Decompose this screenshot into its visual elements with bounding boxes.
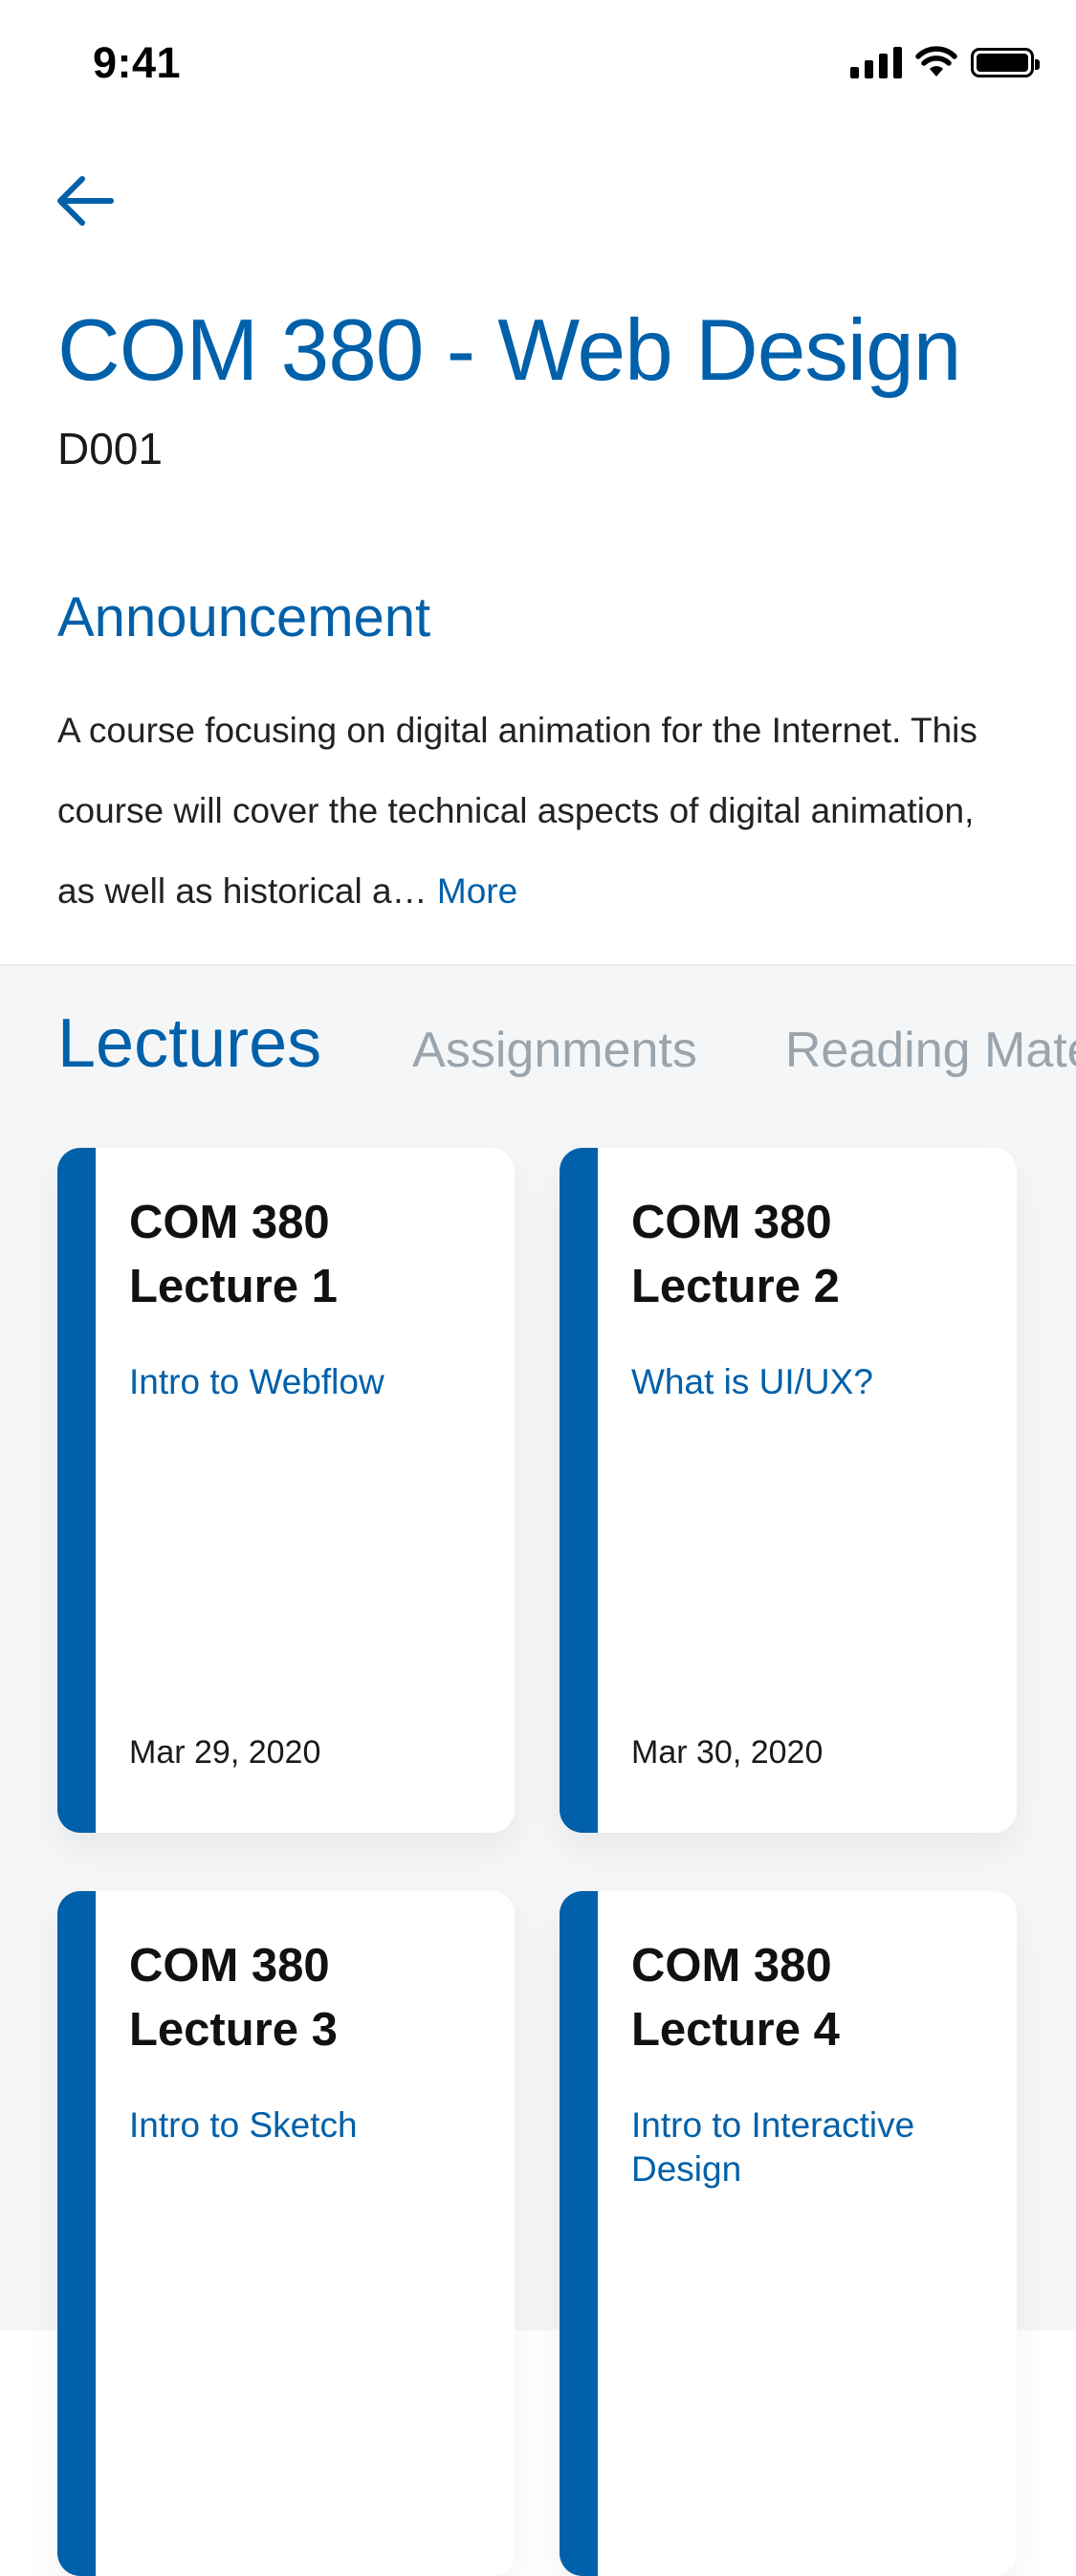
page-title: COM 380 - Web Design (57, 302, 961, 399)
status-bar: 9:41 (0, 0, 1076, 129)
lecture-number: Lecture 1 (129, 1261, 338, 1312)
announcement-heading: Announcement (57, 586, 431, 649)
tab-lectures[interactable]: Lectures (57, 1004, 321, 1083)
status-time: 9:41 (93, 38, 182, 87)
lecture-title: COM 380 Lecture 2 (631, 1191, 995, 1319)
wifi-icon (915, 46, 957, 77)
announcement-text: A course focusing on digital animation f… (57, 691, 1014, 932)
lecture-card[interactable]: COM 380 Lecture 3 Intro to Sketch (57, 1891, 515, 2576)
back-button[interactable] (54, 167, 121, 234)
battery-icon (971, 47, 1040, 77)
lecture-course: COM 380 (631, 1940, 832, 1992)
lecture-number: Lecture 3 (129, 2004, 338, 2056)
lecture-card[interactable]: COM 380 Lecture 4 Intro to Interactive D… (560, 1891, 1017, 2576)
lecture-title: COM 380 Lecture 4 (631, 1934, 995, 2062)
lecture-number: Lecture 2 (631, 1261, 840, 1312)
lecture-course: COM 380 (631, 1197, 832, 1248)
lecture-title: COM 380 Lecture 3 (129, 1934, 493, 2062)
lecture-card[interactable]: COM 380 Lecture 2 What is UI/UX? Mar 30,… (560, 1148, 1017, 1833)
lecture-title: COM 380 Lecture 1 (129, 1191, 493, 1319)
status-icons (850, 46, 1040, 78)
lecture-topic: Intro to Webflow (129, 1362, 384, 1401)
lecture-topic: Intro to Sketch (129, 2105, 358, 2145)
lecture-topic: Intro to Interactive Design (631, 2105, 915, 2189)
tab-assignments[interactable]: Assignments (412, 1022, 697, 1079)
lecture-date: Mar 30, 2020 (631, 1734, 823, 1771)
card-accent-stripe (57, 1891, 96, 2576)
lecture-course: COM 380 (129, 1197, 330, 1248)
arrow-left-icon (57, 176, 114, 226)
lecture-topic: What is UI/UX? (631, 1362, 873, 1401)
lecture-number: Lecture 4 (631, 2004, 840, 2056)
course-code: D001 (57, 424, 163, 473)
card-accent-stripe (57, 1148, 96, 1833)
more-link[interactable]: More (437, 871, 517, 911)
card-accent-stripe (560, 1891, 598, 2576)
tab-reading-materials[interactable]: Reading Materials (785, 1022, 1076, 1079)
lecture-date: Mar 29, 2020 (129, 1734, 321, 1771)
cellular-signal-icon (850, 46, 902, 78)
lecture-course: COM 380 (129, 1940, 330, 1992)
tab-bar: Lectures Assignments Reading Materials (57, 1004, 1076, 1100)
card-accent-stripe (560, 1148, 598, 1833)
lecture-card[interactable]: COM 380 Lecture 1 Intro to Webflow Mar 2… (57, 1148, 515, 1833)
